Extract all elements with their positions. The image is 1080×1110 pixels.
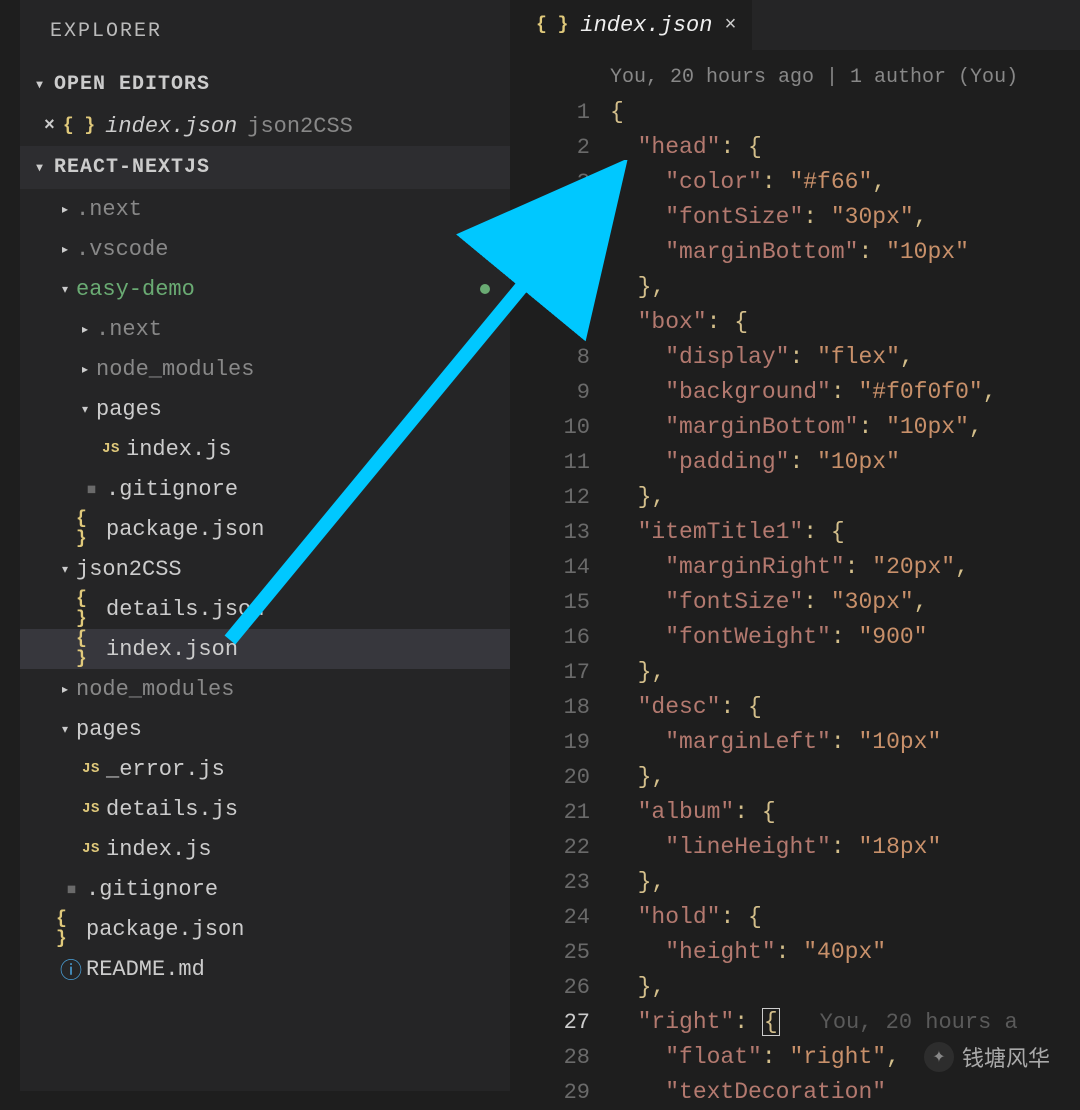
- folder-pages[interactable]: ▾pages: [20, 709, 510, 749]
- folder-json2css[interactable]: ▾json2CSS: [20, 549, 510, 589]
- file-details-json[interactable]: { }details.json: [20, 589, 510, 629]
- chevron-down-icon: ▾: [56, 722, 74, 737]
- file-index-json[interactable]: { }index.json: [20, 629, 510, 669]
- json-icon: { }: [56, 909, 86, 949]
- explorer-title: EXPLORER: [20, 0, 510, 63]
- chevron-right-icon: ▸: [76, 362, 94, 377]
- explorer-sidebar: EXPLORER ▾ OPEN EDITORS × { } index.json…: [20, 0, 510, 1091]
- folder-node-modules[interactable]: ▸node_modules: [20, 669, 510, 709]
- js-icon: JS: [76, 841, 106, 857]
- watermark: ✦ 钱塘风华: [924, 1041, 1050, 1073]
- workspace-name: REACT-NEXTJS: [54, 156, 210, 179]
- open-editors-label: OPEN EDITORS: [54, 73, 210, 96]
- watermark-text: 钱塘风华: [962, 1041, 1050, 1073]
- file-ed-gitignore[interactable]: ◆.gitignore: [20, 469, 510, 509]
- file-tree: ▸.next ▸.vscode ▾easy-demo ▸.next ▸node_…: [20, 189, 510, 989]
- chevron-right-icon: ▸: [56, 242, 74, 257]
- open-editor-folder: json2CSS: [247, 114, 353, 139]
- tab-index-json[interactable]: { } index.json ×: [520, 0, 753, 50]
- modified-dot-icon: [480, 284, 490, 294]
- file-error-js[interactable]: JS_error.js: [20, 749, 510, 789]
- workspace-header[interactable]: ▾ REACT-NEXTJS: [20, 146, 510, 189]
- wechat-icon: ✦: [924, 1042, 954, 1072]
- open-editors-header[interactable]: ▾ OPEN EDITORS: [20, 63, 510, 106]
- json-icon: { }: [536, 15, 568, 35]
- code-area[interactable]: 1234567891011121314151617181920212223242…: [520, 50, 1080, 1110]
- chevron-right-icon: ▸: [76, 322, 94, 337]
- file-index-js[interactable]: JSindex.js: [20, 829, 510, 869]
- file-package-json[interactable]: { }package.json: [20, 909, 510, 949]
- chevron-down-icon: ▾: [76, 402, 94, 417]
- folder-easy-demo[interactable]: ▾easy-demo: [20, 269, 510, 309]
- json-icon: { }: [76, 509, 106, 549]
- chevron-down-icon: ▾: [56, 562, 74, 577]
- code-content[interactable]: You, 20 hours ago | 1 author (You) { "he…: [610, 60, 1018, 1110]
- chevron-right-icon: ▸: [56, 682, 74, 697]
- chevron-down-icon: ▾: [30, 77, 50, 92]
- open-editor-item[interactable]: × { } index.json json2CSS: [20, 106, 510, 146]
- js-icon: JS: [76, 761, 106, 777]
- folder-next[interactable]: ▸.next: [20, 189, 510, 229]
- chevron-down-icon: ▾: [56, 282, 74, 297]
- editor-pane: { } index.json × 12345678910111213141516…: [520, 0, 1080, 1091]
- js-icon: JS: [96, 441, 126, 457]
- line-number-gutter: 1234567891011121314151617181920212223242…: [520, 60, 610, 1110]
- folder-ed-node-modules[interactable]: ▸node_modules: [20, 349, 510, 389]
- folder-vscode[interactable]: ▸.vscode: [20, 229, 510, 269]
- close-icon[interactable]: ×: [44, 116, 55, 136]
- tab-bar: { } index.json ×: [520, 0, 1080, 50]
- code-lens[interactable]: You, 20 hours ago | 1 author (You): [610, 60, 1018, 95]
- diamond-icon: ◆: [56, 881, 86, 898]
- info-icon: ⓘ: [56, 953, 86, 985]
- file-gitignore[interactable]: ◆.gitignore: [20, 869, 510, 909]
- file-ed-index-js[interactable]: JSindex.js: [20, 429, 510, 469]
- json-icon: { }: [76, 589, 106, 629]
- open-editor-filename: index.json: [105, 114, 237, 139]
- file-ed-package-json[interactable]: { }package.json: [20, 509, 510, 549]
- folder-ed-pages[interactable]: ▾pages: [20, 389, 510, 429]
- tab-filename: index.json: [580, 13, 712, 38]
- json-icon: { }: [63, 116, 95, 136]
- file-readme[interactable]: ⓘREADME.md: [20, 949, 510, 989]
- diamond-icon: ◆: [76, 481, 106, 498]
- close-icon[interactable]: ×: [724, 14, 736, 37]
- inline-blame: You, 20 hours a: [820, 1010, 1018, 1035]
- file-details-js[interactable]: JSdetails.js: [20, 789, 510, 829]
- json-icon: { }: [76, 629, 106, 669]
- folder-ed-next[interactable]: ▸.next: [20, 309, 510, 349]
- chevron-down-icon: ▾: [30, 160, 50, 175]
- chevron-right-icon: ▸: [56, 202, 74, 217]
- js-icon: JS: [76, 801, 106, 817]
